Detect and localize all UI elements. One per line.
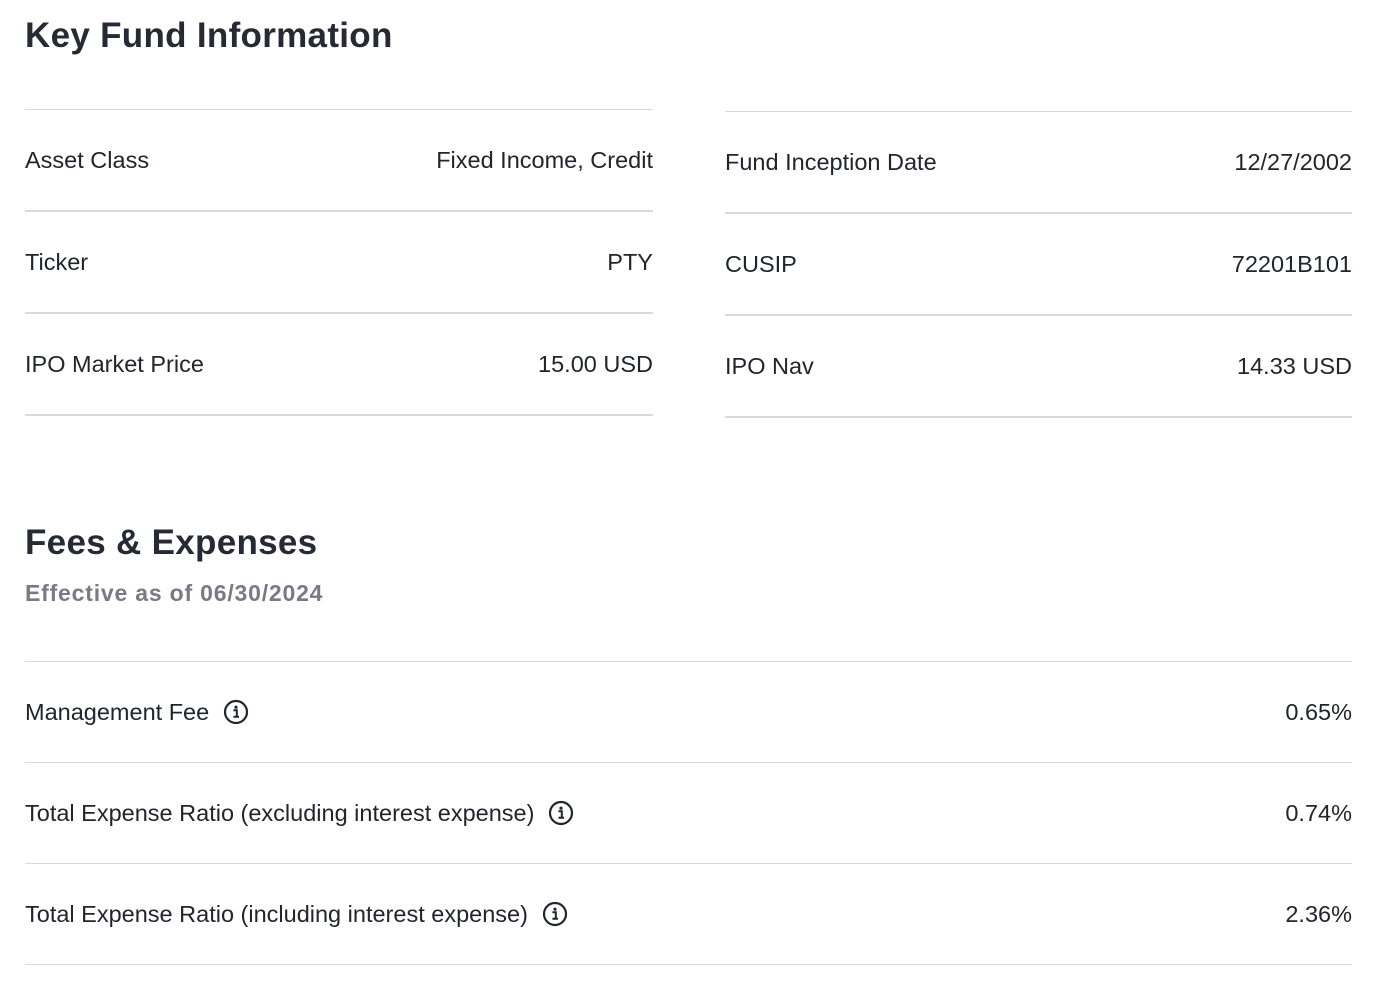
total-expense-ratio-excluding-label: Total Expense Ratio (excluding interest … (25, 799, 535, 826)
ipo-market-price-label: IPO Market Price (25, 350, 204, 377)
key-fund-info-right-table: Fund Inception Date 12/27/2002 CUSIP 722… (725, 111, 1352, 418)
table-row-total-expense-ratio-including: Total Expense Ratio (including interest … (25, 864, 1352, 965)
total-expense-ratio-including-value: 2.36% (1285, 900, 1352, 927)
management-fee-label: Management Fee (25, 698, 210, 725)
ipo-market-price-value: 15.00 USD (538, 350, 653, 377)
total-expense-ratio-including-label: Total Expense Ratio (including interest … (25, 900, 528, 927)
info-icon[interactable] (223, 699, 249, 725)
fund-inception-date-label: Fund Inception Date (725, 148, 937, 175)
table-row-ipo-market-price: IPO Market Price 15.00 USD (25, 314, 653, 416)
ticker-label: Ticker (25, 248, 89, 275)
asset-class-value: Fixed Income, Credit (436, 146, 653, 173)
fees-effective-date: Effective as of 06/30/2024 (25, 580, 324, 606)
table-row-cusip: CUSIP 72201B101 (725, 214, 1352, 316)
cusip-label: CUSIP (725, 250, 797, 277)
table-row-fund-inception-date: Fund Inception Date 12/27/2002 (725, 112, 1352, 214)
fund-inception-date-value: 12/27/2002 (1234, 148, 1352, 175)
info-icon[interactable] (542, 901, 568, 927)
management-fee-value: 0.65% (1285, 698, 1352, 725)
ticker-value: PTY (607, 248, 653, 275)
fees-expenses-heading: Fees & Expenses (25, 523, 318, 562)
table-row-ipo-nav: IPO Nav 14.33 USD (725, 316, 1352, 418)
table-row-ticker: Ticker PTY (25, 212, 653, 314)
fees-table: Management Fee 0.65% Total Expense Ratio… (25, 661, 1352, 965)
ipo-nav-label: IPO Nav (725, 352, 814, 379)
total-expense-ratio-including-label-group: Total Expense Ratio (including interest … (25, 901, 568, 928)
total-expense-ratio-excluding-label-group: Total Expense Ratio (excluding interest … (25, 800, 574, 827)
total-expense-ratio-excluding-value: 0.74% (1285, 799, 1352, 826)
table-row-asset-class: Asset Class Fixed Income, Credit (25, 110, 653, 212)
table-row-management-fee: Management Fee 0.65% (25, 662, 1352, 763)
asset-class-label: Asset Class (25, 146, 150, 173)
table-row-total-expense-ratio-excluding: Total Expense Ratio (excluding interest … (25, 763, 1352, 864)
management-fee-label-group: Management Fee (25, 699, 249, 726)
key-fund-info-left-table: Asset Class Fixed Income, Credit Ticker … (25, 109, 653, 416)
ipo-nav-value: 14.33 USD (1237, 352, 1352, 379)
cusip-value: 72201B101 (1231, 250, 1352, 277)
key-fund-information-heading: Key Fund Information (25, 16, 393, 55)
info-icon[interactable] (548, 800, 574, 826)
